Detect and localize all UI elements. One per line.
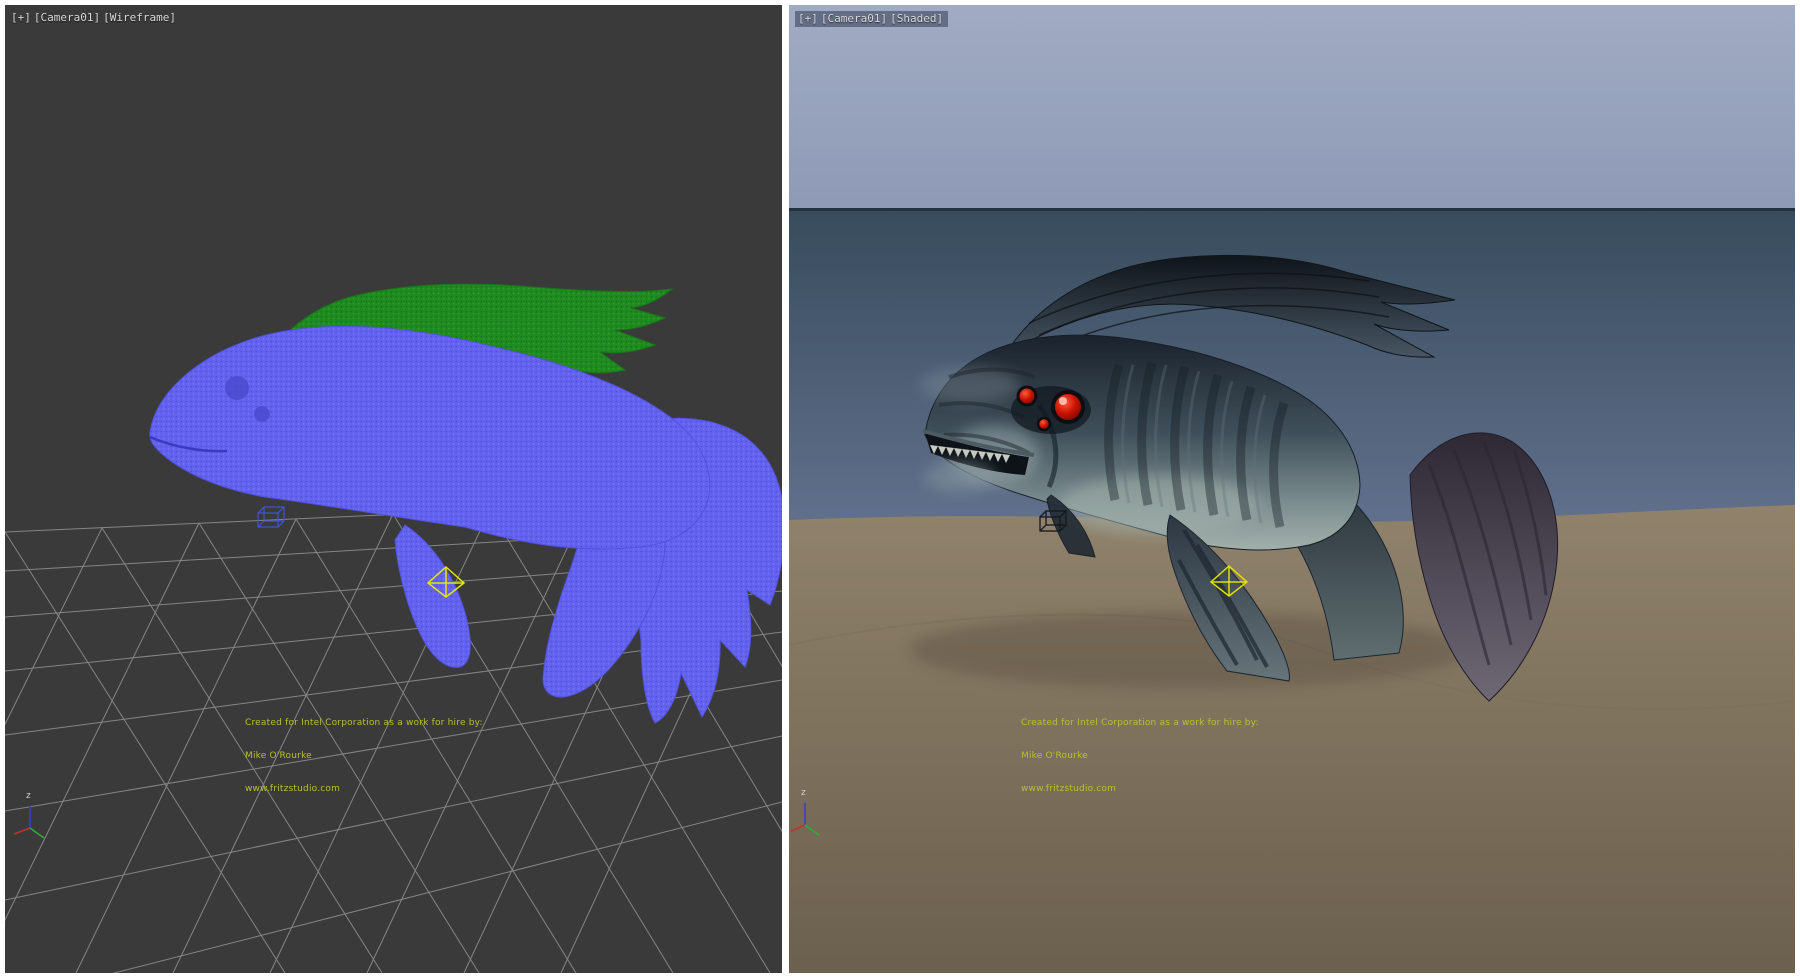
axis-z-label: z <box>26 791 31 801</box>
viewport-shading-menu[interactable]: [Wireframe] <box>103 11 176 24</box>
axis-y <box>30 828 44 838</box>
annotation-line-3: www.fritzstudio.com <box>245 784 483 795</box>
viewport-wireframe[interactable]: [+] [Camera01] [Wireframe] <box>5 5 782 973</box>
chin-highlight <box>924 461 994 493</box>
shaded-scene-canvas[interactable] <box>789 5 1795 973</box>
ventral-fin-wire[interactable] <box>395 525 470 667</box>
horizon-line <box>789 208 1795 211</box>
sand-ground <box>789 505 1795 973</box>
viewport-label-shaded: [+] [Camera01] [Shaded] <box>795 11 948 27</box>
annotation-line-3: www.fritzstudio.com <box>1021 784 1259 795</box>
viewport-general-menu[interactable]: [+] <box>11 11 31 24</box>
eye-small-1 <box>1018 387 1036 405</box>
fish-body-wire[interactable] <box>150 326 710 549</box>
copyright-annotation: Created for Intel Corporation as a work … <box>1021 696 1259 817</box>
eye-large <box>1053 392 1083 422</box>
wireframe-scene-canvas[interactable] <box>5 5 782 973</box>
eye-large-highlight <box>1059 397 1067 405</box>
viewport-label-wireframe: [+] [Camera01] [Wireframe] <box>11 11 176 24</box>
eye-spot-small <box>254 406 270 422</box>
annotation-line-2: Mike O'Rourke <box>245 751 483 762</box>
sky <box>789 5 1795 208</box>
eye-small-2 <box>1038 418 1050 430</box>
eye-spot-large <box>225 376 249 400</box>
axis-z-label: z <box>801 788 806 798</box>
fish-model-wireframe[interactable] <box>150 284 782 723</box>
world-axis-tripod <box>14 806 44 838</box>
copyright-annotation: Created for Intel Corporation as a work … <box>245 696 483 817</box>
axis-x <box>14 828 30 834</box>
viewport-general-menu[interactable]: [+] <box>798 12 818 25</box>
viewport-shaded[interactable]: [+] [Camera01] [Shaded] <box>789 5 1795 973</box>
annotation-line-1: Created for Intel Corporation as a work … <box>245 718 483 729</box>
annotation-line-2: Mike O'Rourke <box>1021 751 1259 762</box>
box-helper-gizmo[interactable] <box>258 507 284 527</box>
viewport-pov-menu[interactable]: [Camera01] <box>821 12 887 25</box>
viewport-pov-menu[interactable]: [Camera01] <box>34 11 100 24</box>
viewport-shading-menu[interactable]: [Shaded] <box>890 12 943 25</box>
annotation-line-1: Created for Intel Corporation as a work … <box>1021 718 1259 729</box>
